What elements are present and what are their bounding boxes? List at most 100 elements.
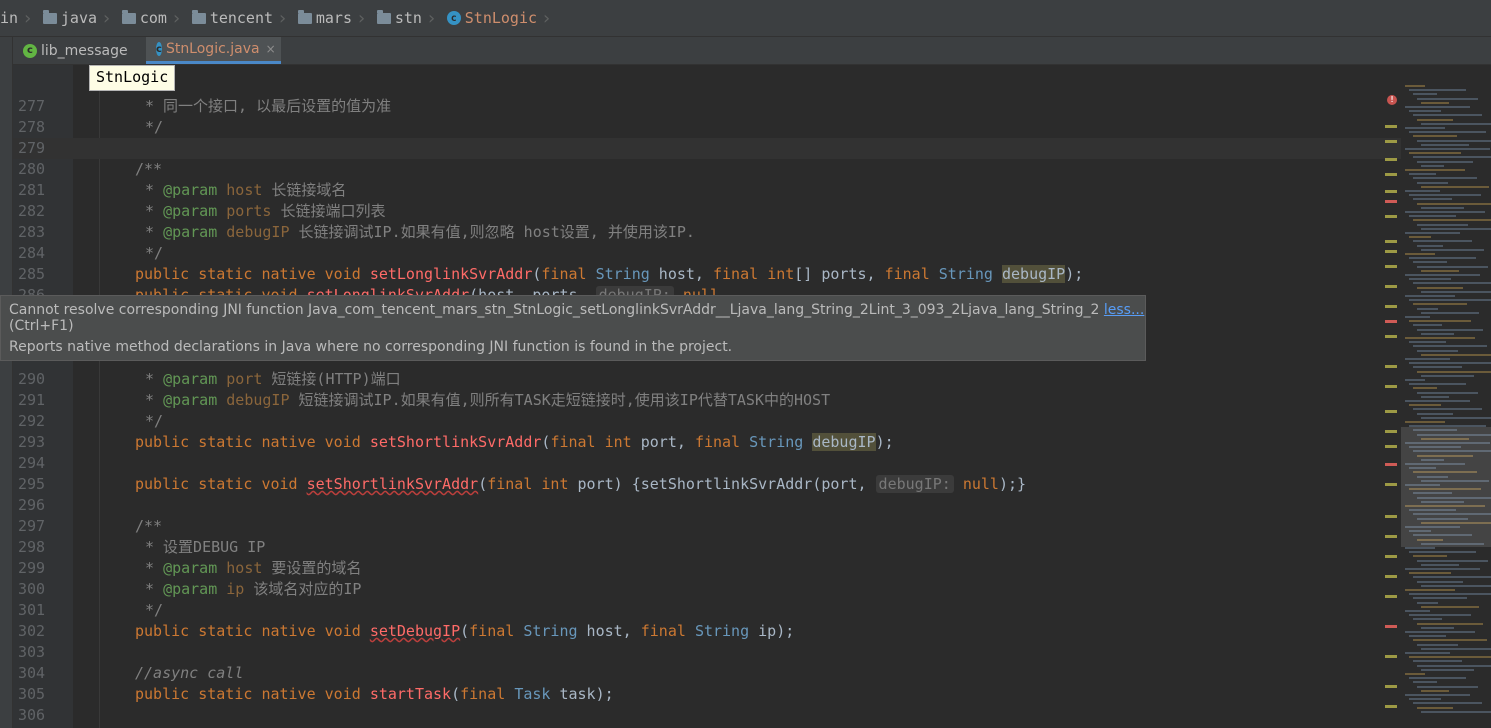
error-stripe[interactable]: [1383, 65, 1399, 728]
line-number: 277: [18, 97, 46, 115]
warning-marker[interactable]: [1385, 250, 1397, 253]
code-line[interactable]: 301 */: [13, 600, 1491, 621]
code-line[interactable]: 306: [13, 705, 1491, 726]
code-line[interactable]: 302 public static native void setDebugIP(…: [13, 621, 1491, 642]
warning-marker[interactable]: [1385, 335, 1397, 338]
minimap-line: [1409, 236, 1431, 239]
minimap-line: [1421, 101, 1449, 104]
warning-marker[interactable]: [1385, 430, 1397, 433]
code-line[interactable]: 284 */: [13, 243, 1491, 264]
breadcrumb-item-tencent[interactable]: tencent ›: [188, 0, 294, 36]
breadcrumb-item-stn[interactable]: stn ›: [373, 0, 443, 36]
minimap-line: [1421, 248, 1484, 251]
code-text: //async call: [135, 664, 244, 682]
warning-marker[interactable]: [1385, 625, 1397, 628]
line-number: 283: [18, 223, 46, 241]
minimap-line: [1409, 551, 1476, 554]
tooltip-less-link[interactable]: less...: [1104, 302, 1144, 318]
warning-marker[interactable]: [1385, 125, 1397, 128]
warning-marker[interactable]: [1385, 515, 1397, 518]
code-line[interactable]: 296: [13, 495, 1491, 516]
code-text: * 设置DEBUG IP: [145, 538, 266, 556]
code-line[interactable]: 299 * @param host 要设置的域名: [13, 558, 1491, 579]
code-line[interactable]: 282 * @param ports 长链接端口列表: [13, 201, 1491, 222]
warning-marker[interactable]: [1385, 173, 1397, 176]
warning-marker[interactable]: [1385, 365, 1397, 368]
tab-stnlogic-java[interactable]: c StnLogic.java ×: [146, 37, 281, 64]
tooltip-message-row: Cannot resolve corresponding JNI functio…: [9, 302, 1145, 334]
warning-marker[interactable]: [1385, 215, 1397, 218]
code-line[interactable]: 297 /**: [13, 516, 1491, 537]
line-number: 304: [18, 664, 46, 682]
left-tool-strip: [0, 37, 13, 728]
minimap-line: [1421, 143, 1469, 146]
code-line[interactable]: 304 //async call: [13, 663, 1491, 684]
minimap-line: [1413, 702, 1482, 705]
code-line[interactable]: 277 * 同一个接口, 以最后设置的值为准: [13, 96, 1491, 117]
warning-marker[interactable]: [1385, 535, 1397, 538]
warning-marker[interactable]: [1385, 265, 1397, 268]
line-number: 292: [18, 412, 46, 430]
warning-marker[interactable]: [1385, 410, 1397, 413]
code-text: */: [145, 244, 164, 262]
warning-marker[interactable]: [1385, 305, 1397, 308]
code-line[interactable]: 293 public static native void setShortlin…: [13, 432, 1491, 453]
minimap-line: [1409, 698, 1441, 701]
code-text: */: [145, 601, 164, 619]
breadcrumb-item-com[interactable]: com ›: [118, 0, 188, 36]
breadcrumb-item-java[interactable]: java ›: [39, 0, 118, 36]
warning-marker[interactable]: [1385, 463, 1397, 466]
warning-marker[interactable]: [1385, 140, 1397, 143]
warning-marker[interactable]: [1385, 595, 1397, 598]
line-number: 291: [18, 391, 46, 409]
minimap-line: [1405, 211, 1485, 213]
warning-marker[interactable]: [1385, 240, 1397, 243]
warning-marker[interactable]: [1385, 575, 1397, 578]
warning-marker[interactable]: [1385, 190, 1397, 193]
tab-label: lib_message: [41, 42, 128, 59]
code-line[interactable]: 300 * @param ip 该域名对应的IP: [13, 579, 1491, 600]
warning-marker[interactable]: [1385, 555, 1397, 558]
tab-lib-message[interactable]: c lib_message: [13, 37, 145, 64]
minimap-line: [1413, 219, 1491, 222]
code-line[interactable]: 305 public static native void startTask(f…: [13, 684, 1491, 705]
code-line[interactable]: 281 * @param host 长链接域名: [13, 180, 1491, 201]
warning-marker[interactable]: [1385, 685, 1397, 688]
code-line[interactable]: 303: [13, 642, 1491, 663]
code-line[interactable]: 290 * @param port 短链接(HTTP)端口: [13, 369, 1491, 390]
breadcrumb-item-in[interactable]: in ›: [0, 0, 39, 36]
code-editor[interactable]: 277 * 同一个接口, 以最后设置的值为准 278 */ 279 280 /** 281 * …: [13, 65, 1491, 728]
code-line[interactable]: 279: [13, 138, 1491, 159]
minimap-line: [1417, 370, 1491, 373]
code-line[interactable]: 294: [13, 453, 1491, 474]
warning-marker[interactable]: [1385, 655, 1397, 658]
breadcrumb-item-mars[interactable]: mars ›: [294, 0, 373, 36]
warning-marker[interactable]: [1385, 483, 1397, 486]
warning-marker[interactable]: [1385, 158, 1397, 161]
close-icon[interactable]: ×: [266, 42, 276, 56]
code-line[interactable]: 295 public static void setShortlinkSvrAdd…: [13, 474, 1491, 495]
warning-marker[interactable]: [1385, 285, 1397, 288]
code-line[interactable]: 291 * @param debugIP 短链接调试IP.如果有值,则所有TASK…: [13, 390, 1491, 411]
minimap-line: [1405, 106, 1470, 108]
code-line[interactable]: 280 /**: [13, 159, 1491, 180]
breadcrumb-item-stnlogic[interactable]: c StnLogic ›: [443, 0, 558, 36]
minimap-line: [1405, 232, 1460, 234]
chevron-right-icon: ›: [170, 7, 182, 29]
warning-marker[interactable]: [1385, 385, 1397, 388]
minimap-line: [1421, 563, 1459, 566]
minimap-viewport[interactable]: [1401, 427, 1491, 547]
error-indicator-icon[interactable]: !: [1387, 95, 1397, 105]
code-line[interactable]: 292 */: [13, 411, 1491, 432]
warning-marker[interactable]: [1385, 200, 1397, 203]
minimap[interactable]: [1401, 65, 1491, 728]
tooltip-description: Reports native method declarations in Ja…: [9, 339, 733, 355]
code-line[interactable]: 283 * @param debugIP 长链接调试IP.如果有值,则忽略 hos…: [13, 222, 1491, 243]
code-text: public static native void startTask(fina…: [135, 685, 614, 703]
warning-marker[interactable]: [1385, 320, 1397, 323]
code-line[interactable]: 278 */: [13, 117, 1491, 138]
code-line[interactable]: 298 * 设置DEBUG IP: [13, 537, 1491, 558]
warning-marker[interactable]: [1385, 705, 1397, 708]
code-line[interactable]: 285 public static native void setLonglink…: [13, 264, 1491, 285]
warning-marker[interactable]: [1385, 445, 1397, 448]
